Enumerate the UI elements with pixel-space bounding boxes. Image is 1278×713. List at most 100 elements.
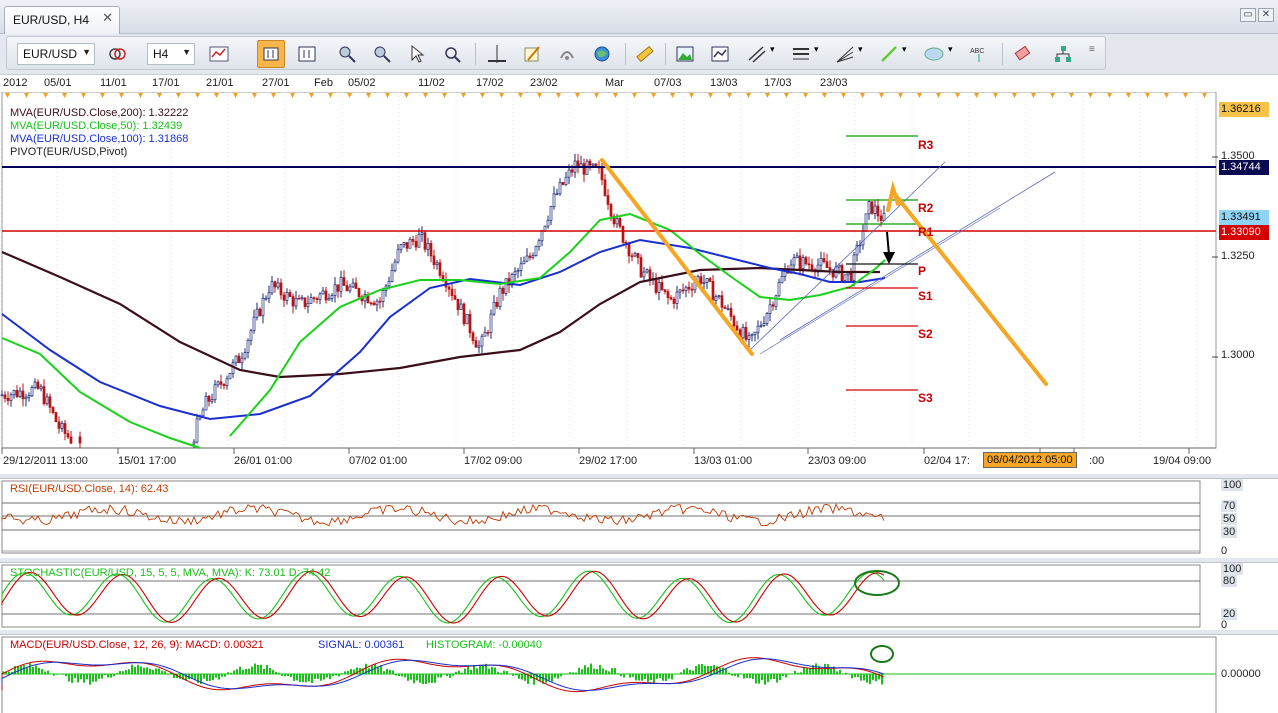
x-axis-label: 19/04 09:00 — [1153, 455, 1212, 467]
candle-body — [609, 204, 613, 217]
candle-body — [672, 298, 676, 304]
candle-body — [723, 306, 727, 309]
price-tag-top: 1.36216 — [1219, 102, 1269, 117]
channel-tools-icon[interactable] — [791, 44, 811, 64]
candle-body — [324, 290, 328, 301]
candle-body — [54, 412, 58, 423]
template-icon[interactable] — [522, 44, 542, 64]
link-icon[interactable] — [107, 44, 127, 64]
ellipse-tool-icon[interactable] — [923, 44, 944, 64]
line-tool-icon[interactable] — [879, 44, 899, 64]
candle-body — [711, 281, 715, 301]
chevron-down-icon[interactable]: ▾ — [770, 44, 790, 64]
stochastic-panel[interactable]: STOCHASTIC(EUR/USD, 15, 5, 5, MVA, MVA):… — [0, 562, 1278, 631]
indicators-icon[interactable] — [710, 44, 730, 64]
close-window-button[interactable]: ✕ — [1258, 8, 1274, 22]
cursor-icon[interactable] — [407, 44, 427, 64]
stochastic-scale: 100 — [1221, 563, 1244, 575]
candle-body — [294, 297, 298, 307]
candle-body — [273, 281, 277, 288]
top-date-label: 23/03 — [820, 77, 848, 89]
candle-body — [225, 378, 229, 386]
candle-body — [408, 239, 412, 249]
candle-body — [453, 295, 457, 300]
candle-body — [732, 316, 736, 327]
eraser-icon[interactable] — [1013, 44, 1033, 64]
candle-body — [39, 386, 43, 389]
candle-body — [660, 282, 664, 290]
candle-body — [642, 271, 646, 278]
signal-icon[interactable] — [557, 44, 577, 64]
candle-body — [306, 303, 310, 307]
chevron-down-icon[interactable]: ▾ — [948, 44, 968, 64]
chevron-down-icon: ▼ — [82, 47, 91, 57]
bars-view-icon[interactable] — [297, 44, 317, 64]
candle-body — [333, 284, 337, 296]
instrument-select[interactable]: EUR/USD ▼ — [17, 43, 95, 65]
top-date-label: 17/02 — [476, 77, 504, 89]
candle-body — [240, 357, 244, 364]
candle-body — [429, 242, 433, 257]
chevron-down-icon[interactable]: ▾ — [814, 44, 834, 64]
candle-body — [210, 399, 214, 402]
candle-body — [276, 282, 280, 288]
chevron-down-icon[interactable]: ▾ — [902, 44, 922, 64]
candle-body — [822, 258, 826, 263]
ruler-icon[interactable] — [635, 44, 655, 64]
candle-body — [411, 239, 415, 242]
trendline-tools-icon[interactable] — [747, 44, 767, 64]
picture-icon[interactable] — [675, 44, 695, 64]
candle-body — [768, 304, 772, 314]
candle-body — [561, 182, 565, 185]
top-date-label: 11/01 — [100, 77, 127, 89]
candle-body — [390, 270, 394, 282]
close-icon[interactable]: ✕ — [102, 10, 113, 26]
zoom-out-icon[interactable] — [372, 44, 392, 64]
globe-icon[interactable] — [592, 44, 612, 64]
trading-app-window: EUR/USD, H4 ✕ ▭ ✕ EUR/USD ▼ H4 ▼ ▾ ▾ ▾ ▾… — [0, 0, 1278, 713]
candle-body — [600, 166, 604, 181]
chart-type-icon[interactable] — [209, 44, 229, 64]
main-price-chart[interactable]: MVA(EUR/USD.Close,200): 1.32222 MVA(EUR/… — [0, 91, 1278, 474]
zoom-area-icon[interactable] — [442, 44, 462, 64]
chart-tab-title: EUR/USD, H4 — [13, 13, 90, 27]
candles-view-icon[interactable] — [257, 40, 285, 68]
macd-panel[interactable]: MACD(EUR/USD.Close, 12, 26, 9): MACD: 0.… — [0, 634, 1278, 713]
candle-body — [423, 232, 427, 250]
candle-body — [639, 257, 643, 278]
candle-body — [654, 278, 658, 293]
candle-body — [297, 297, 301, 300]
candle-body — [315, 298, 319, 300]
candle-body — [564, 176, 568, 185]
chart-tab[interactable]: EUR/USD, H4 ✕ — [4, 6, 120, 34]
candle-body — [405, 242, 409, 249]
candle-body — [795, 255, 799, 259]
macd-label: MACD(EUR/USD.Close, 12, 26, 9): MACD: 0.… — [10, 639, 264, 651]
pivot-label-r3: R3 — [918, 138, 934, 152]
rsi-panel[interactable]: RSI(EUR/USD.Close, 14): 62.43 100 70 50 … — [0, 478, 1278, 558]
candle-body — [663, 289, 667, 292]
text-tool-icon[interactable]: ABC — [969, 44, 989, 64]
candle-body — [540, 230, 544, 242]
more-tools-icon[interactable]: ≡ — [1089, 44, 1109, 64]
timeframe-select[interactable]: H4 ▼ — [147, 43, 195, 65]
candle-body — [504, 278, 508, 294]
candle-body — [246, 339, 250, 353]
chevron-down-icon[interactable]: ▾ — [858, 44, 878, 64]
restore-window-button[interactable]: ▭ — [1240, 8, 1256, 22]
crosshair-icon[interactable] — [487, 44, 507, 64]
candle-body — [309, 297, 313, 304]
candle-body — [852, 254, 856, 281]
candle-body — [282, 294, 286, 301]
candle-body — [0, 394, 4, 397]
candle-body — [399, 244, 403, 251]
fan-tools-icon[interactable] — [835, 44, 855, 64]
candle-body — [228, 373, 232, 380]
objects-tree-icon[interactable] — [1053, 44, 1073, 64]
candle-body — [780, 275, 784, 284]
zoom-in-icon[interactable] — [337, 44, 357, 64]
candle-body — [798, 255, 802, 270]
candle-body — [537, 240, 541, 248]
candle-body — [588, 160, 592, 166]
candle-body — [27, 395, 31, 398]
